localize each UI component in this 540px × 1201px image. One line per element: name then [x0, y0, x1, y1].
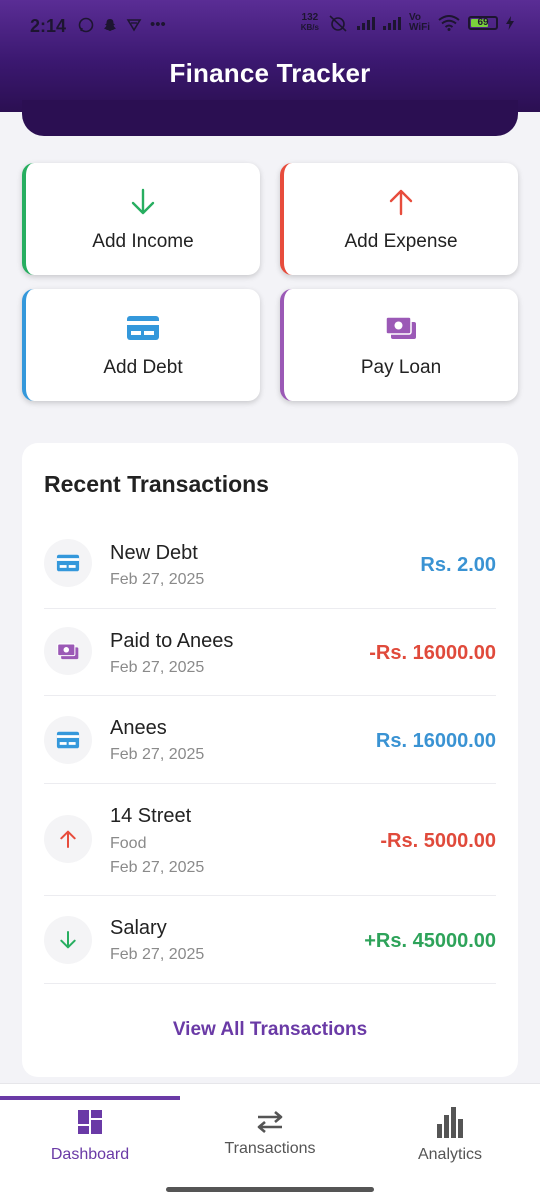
- page-title: Finance Tracker: [169, 58, 371, 88]
- add-income-label: Add Income: [92, 231, 194, 252]
- bottom-navigation: Dashboard Transactions Analytics: [0, 1083, 540, 1201]
- add-debt-label: Add Debt: [103, 357, 183, 378]
- wifi-icon: [438, 15, 460, 31]
- tab-dashboard[interactable]: Dashboard: [0, 1100, 180, 1164]
- add-debt-button[interactable]: Add Debt: [22, 289, 260, 401]
- whatsapp-icon: [78, 17, 94, 32]
- arrow-up-icon: [60, 830, 76, 848]
- transaction-category: Food: [110, 835, 147, 852]
- pay-loan-button[interactable]: Pay Loan: [280, 289, 518, 401]
- transaction-avatar: [44, 815, 92, 863]
- arrow-down-icon: [60, 931, 76, 949]
- recent-transactions-panel: Recent Transactions New Debt Feb 27, 202…: [22, 443, 518, 1077]
- transaction-avatar: [44, 916, 92, 964]
- arrow-down-icon: [131, 188, 155, 215]
- transaction-avatar: [44, 716, 92, 764]
- network-speed: 132 KB/s: [301, 13, 319, 33]
- bar-chart-icon: [437, 1107, 463, 1138]
- money-icon: [385, 316, 416, 339]
- vpn-icon: [126, 18, 142, 32]
- add-expense-button[interactable]: Add Expense: [280, 163, 518, 275]
- transaction-row[interactable]: Salary Feb 27, 2025 +Rs. 45000.00: [44, 896, 496, 984]
- transaction-amount: Rs. 16000.00: [375, 730, 496, 752]
- credit-card-icon: [56, 554, 80, 572]
- add-expense-label: Add Expense: [344, 231, 458, 252]
- tab-analytics-label: Analytics: [417, 1146, 483, 1163]
- snapchat-icon: [104, 18, 116, 31]
- dashboard-icon: [78, 1110, 102, 1134]
- transaction-name: Paid to Anees: [110, 630, 234, 652]
- transaction-amount: +Rs. 45000.00: [364, 930, 496, 952]
- net-speed-unit: KB/s: [300, 23, 319, 32]
- credit-card-icon: [56, 731, 80, 749]
- volte-bottom: WiFi: [408, 22, 430, 33]
- transaction-amount: Rs. 2.00: [420, 554, 496, 576]
- status-time: 2:14: [30, 16, 67, 36]
- transaction-date: Feb 27, 2025: [110, 746, 205, 763]
- app-header: 2:14 ••• 132 KB/s Vo WiFi 69 Finance Tra…: [0, 0, 540, 112]
- transaction-date: Feb 27, 2025: [110, 571, 205, 588]
- alarm-off-icon: [329, 15, 347, 32]
- transaction-date: Feb 27, 2025: [110, 659, 205, 676]
- pay-loan-label: Pay Loan: [360, 357, 442, 378]
- signal-icon: [356, 16, 375, 30]
- battery-level: 69: [477, 17, 489, 28]
- swap-arrows-icon: [257, 1111, 283, 1133]
- transaction-amount: -Rs. 5000.00: [380, 830, 496, 852]
- view-all-transactions-link[interactable]: View All Transactions: [22, 1019, 518, 1041]
- header-curve: [22, 100, 518, 136]
- signal-2-icon: [382, 16, 401, 30]
- net-speed-value: 132: [301, 12, 319, 23]
- transaction-name: Anees: [110, 717, 167, 739]
- add-income-button[interactable]: Add Income: [22, 163, 260, 275]
- transaction-avatar: [44, 627, 92, 675]
- transaction-name: Salary: [110, 917, 167, 939]
- home-indicator: [166, 1187, 374, 1192]
- tab-analytics[interactable]: Analytics: [360, 1100, 540, 1164]
- transaction-amount: -Rs. 16000.00: [369, 642, 496, 664]
- transaction-date: Feb 27, 2025: [110, 859, 205, 876]
- transaction-row[interactable]: Anees Feb 27, 2025 Rs. 16000.00: [44, 696, 496, 784]
- tab-transactions-label: Transactions: [224, 1140, 316, 1157]
- transaction-row[interactable]: 14 Street Food Feb 27, 2025 -Rs. 5000.00: [44, 784, 496, 896]
- money-icon: [57, 642, 79, 659]
- recent-transactions-title: Recent Transactions: [44, 471, 269, 497]
- transaction-row[interactable]: Paid to Anees Feb 27, 2025 -Rs. 16000.00: [44, 609, 496, 696]
- arrow-up-icon: [389, 189, 413, 216]
- tab-transactions[interactable]: Transactions: [180, 1100, 360, 1158]
- transaction-name: 14 Street: [110, 805, 192, 827]
- credit-card-icon: [127, 316, 159, 340]
- status-right: 132 KB/s Vo WiFi 69: [301, 13, 514, 33]
- notification-icons: •••: [78, 16, 166, 33]
- charging-icon: [506, 16, 514, 30]
- transaction-date: Feb 27, 2025: [110, 946, 205, 963]
- transaction-row[interactable]: New Debt Feb 27, 2025 Rs. 2.00: [44, 521, 496, 609]
- status-bar: 2:14 ••• 132 KB/s Vo WiFi 69: [0, 0, 540, 54]
- vowifi-indicator: Vo WiFi: [409, 13, 430, 33]
- transaction-name: New Debt: [110, 542, 198, 564]
- more-notifications-icon: •••: [150, 16, 166, 33]
- tab-dashboard-label: Dashboard: [50, 1146, 130, 1163]
- transaction-avatar: [44, 539, 92, 587]
- battery-icon: 69: [468, 16, 498, 30]
